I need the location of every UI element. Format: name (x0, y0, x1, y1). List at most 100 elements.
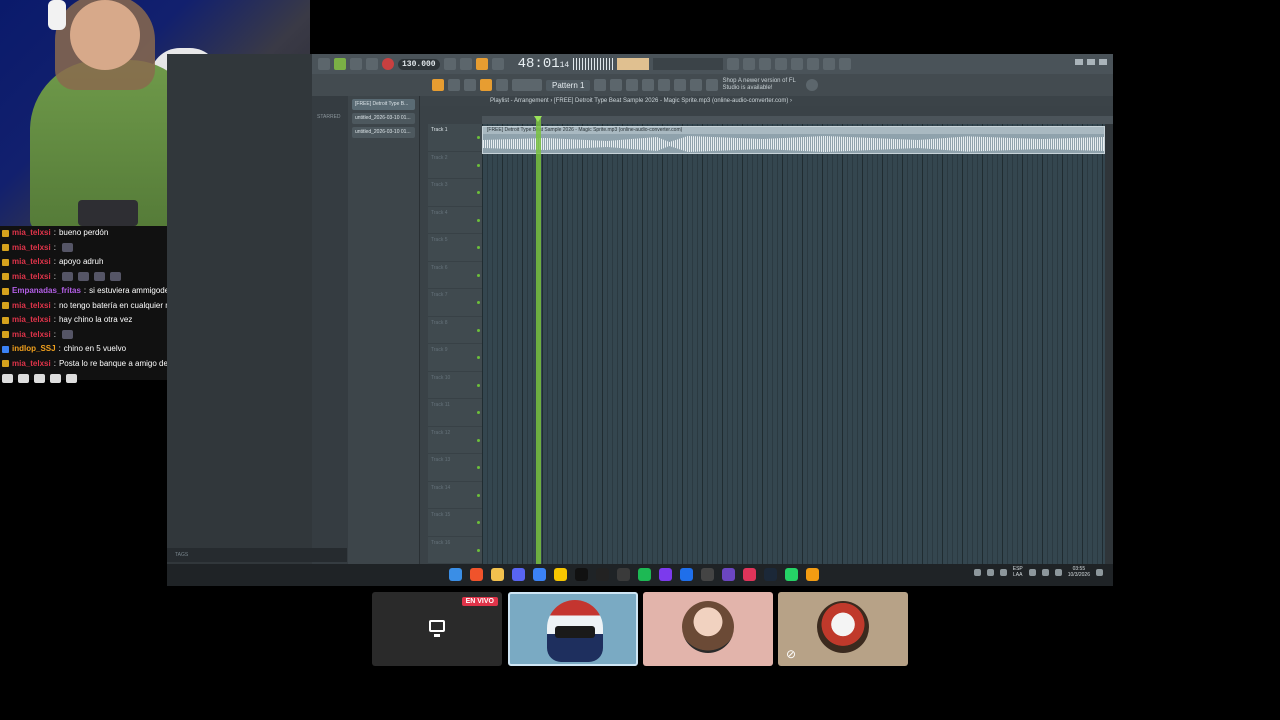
chat-username[interactable]: mia_telxsi (12, 241, 51, 256)
wifi-icon[interactable] (1041, 568, 1049, 576)
volume-icon[interactable] (1054, 568, 1062, 576)
track-mute-dot[interactable] (477, 136, 480, 139)
track-mute-dot[interactable] (477, 521, 480, 524)
track-header[interactable]: Track 13 (428, 454, 482, 482)
maximize-icon[interactable] (1087, 59, 1095, 65)
playlist-icon[interactable] (594, 79, 607, 91)
playlist-grid[interactable] (482, 124, 1105, 564)
participant-tile-helmet[interactable] (508, 592, 638, 666)
stop-icon[interactable] (366, 58, 378, 70)
snap-select[interactable] (512, 79, 542, 91)
arrow-icon[interactable] (448, 79, 460, 91)
chat-username[interactable]: Empanadas_fritas (12, 284, 81, 299)
minimize-icon[interactable] (1075, 59, 1083, 65)
brave-icon[interactable] (470, 568, 483, 581)
whatsapp-icon[interactable] (785, 568, 798, 581)
piano-roll-icon[interactable] (610, 79, 623, 91)
track-header[interactable]: Track 1 (428, 124, 482, 152)
track-header[interactable]: Track 2 (428, 152, 482, 179)
track-header[interactable]: Track 6 (428, 262, 482, 289)
toolbar-icon-5[interactable] (807, 58, 820, 70)
track-mute-dot[interactable] (477, 356, 480, 359)
news-icon[interactable] (806, 79, 819, 91)
track-header[interactable]: Track 10 (428, 372, 482, 399)
browser-label[interactable]: STARRED (312, 96, 348, 120)
browser-view-icon[interactable] (658, 79, 671, 91)
toolbar-icon-3[interactable] (759, 58, 772, 70)
shop-icon[interactable] (706, 79, 719, 91)
brush-icon[interactable] (480, 79, 492, 91)
chat-username[interactable]: mia_telxsi (12, 357, 51, 372)
track-mute-dot[interactable] (477, 273, 480, 277)
track-header[interactable]: Track 14 (428, 482, 482, 509)
music-icon[interactable] (743, 568, 756, 581)
chat-username[interactable]: mia_telxsi (12, 299, 51, 314)
wait-input-icon[interactable] (459, 58, 472, 70)
norton-icon[interactable] (554, 568, 567, 581)
notification-icon[interactable] (1096, 568, 1103, 576)
edge-icon[interactable] (680, 568, 693, 581)
clock[interactable]: 03:55 10/3/2026 (1068, 566, 1090, 578)
track-header[interactable]: Track 8 (428, 317, 482, 344)
settings-icon[interactable] (722, 568, 735, 581)
picker-item[interactable]: untitled_2026-03-10 01... (352, 113, 415, 124)
track-header[interactable]: Track 12 (428, 427, 482, 454)
discord-icon[interactable] (512, 568, 525, 581)
mic-icon[interactable] (999, 568, 1007, 576)
mixer-icon[interactable] (496, 79, 508, 91)
fl-logo-icon[interactable] (318, 58, 330, 70)
participant-tile-person[interactable] (643, 592, 773, 666)
terminal-icon[interactable] (701, 568, 714, 581)
vertical-scrollbar[interactable] (1105, 124, 1113, 564)
playhead-marker[interactable] (534, 116, 542, 122)
chat-username[interactable]: mia_telxsi (12, 270, 51, 285)
audio-clip[interactable]: [FREE] Detroit Type Beat Sample 2026 - M… (482, 126, 1105, 154)
photos-icon[interactable] (533, 568, 546, 581)
picker-item[interactable]: untitled_2026-03-10 01... (352, 127, 415, 138)
spotify-icon[interactable] (638, 568, 651, 581)
participant-tile-screenshare[interactable]: EN VIVO (372, 592, 502, 666)
track-mute-dot[interactable] (477, 328, 480, 332)
mixer-view-icon[interactable] (642, 79, 655, 91)
track-mute-dot[interactable] (477, 163, 480, 167)
battery-icon[interactable] (1028, 568, 1036, 576)
language-indicator[interactable]: ESP LAA (1013, 566, 1023, 578)
track-mute-dot[interactable] (477, 218, 480, 222)
snap-icon[interactable] (432, 79, 444, 91)
help-icon[interactable] (775, 58, 788, 70)
news-panel[interactable]: Shop A newer version of FL Studio is ava… (722, 78, 802, 92)
pattern-selector[interactable]: Pattern 1 (546, 79, 591, 91)
steam-icon[interactable] (764, 568, 777, 581)
track-header[interactable]: Track 9 (428, 344, 482, 372)
pen-icon[interactable] (986, 568, 994, 576)
participant-tile-person-2[interactable]: ⊘ (778, 592, 908, 666)
countdown-icon[interactable] (475, 58, 488, 70)
toolbar-icon-1[interactable] (727, 58, 740, 70)
file-explorer-icon[interactable] (491, 568, 504, 581)
track-mute-dot[interactable] (477, 383, 480, 387)
pencil-icon[interactable] (464, 79, 476, 91)
export-icon[interactable] (839, 58, 852, 70)
track-mute-dot[interactable] (477, 466, 480, 469)
tempo-display[interactable]: 130.000 (398, 58, 440, 70)
track-header[interactable]: Track 3 (428, 179, 482, 207)
track-header[interactable]: Track 16 (428, 537, 482, 564)
toolbar-icon-2[interactable] (743, 58, 756, 70)
song-mode-button[interactable] (334, 58, 346, 70)
record-icon[interactable] (382, 58, 394, 70)
chat-username[interactable]: indlop_SSJ (12, 342, 56, 357)
tiktok-icon[interactable] (596, 568, 609, 581)
track-header[interactable]: Track 4 (428, 207, 482, 234)
chevron-up-icon[interactable] (973, 568, 981, 576)
toolbar-icon-4[interactable] (791, 58, 804, 70)
track-mute-dot[interactable] (477, 301, 480, 304)
playlist-title-bar[interactable]: Playlist - Arrangement › [FREE] Detroit … (420, 96, 1113, 106)
chat-username[interactable]: mia_telxsi (12, 255, 51, 270)
timeline-ruler[interactable] (482, 116, 1113, 124)
play-icon[interactable] (350, 58, 362, 70)
chat-username[interactable]: mia_telxsi (12, 226, 51, 241)
track-mute-dot[interactable] (477, 493, 480, 497)
toolbar-icon-6[interactable] (823, 58, 836, 70)
metronome-icon[interactable] (443, 58, 456, 70)
loop-record-icon[interactable] (491, 58, 504, 70)
